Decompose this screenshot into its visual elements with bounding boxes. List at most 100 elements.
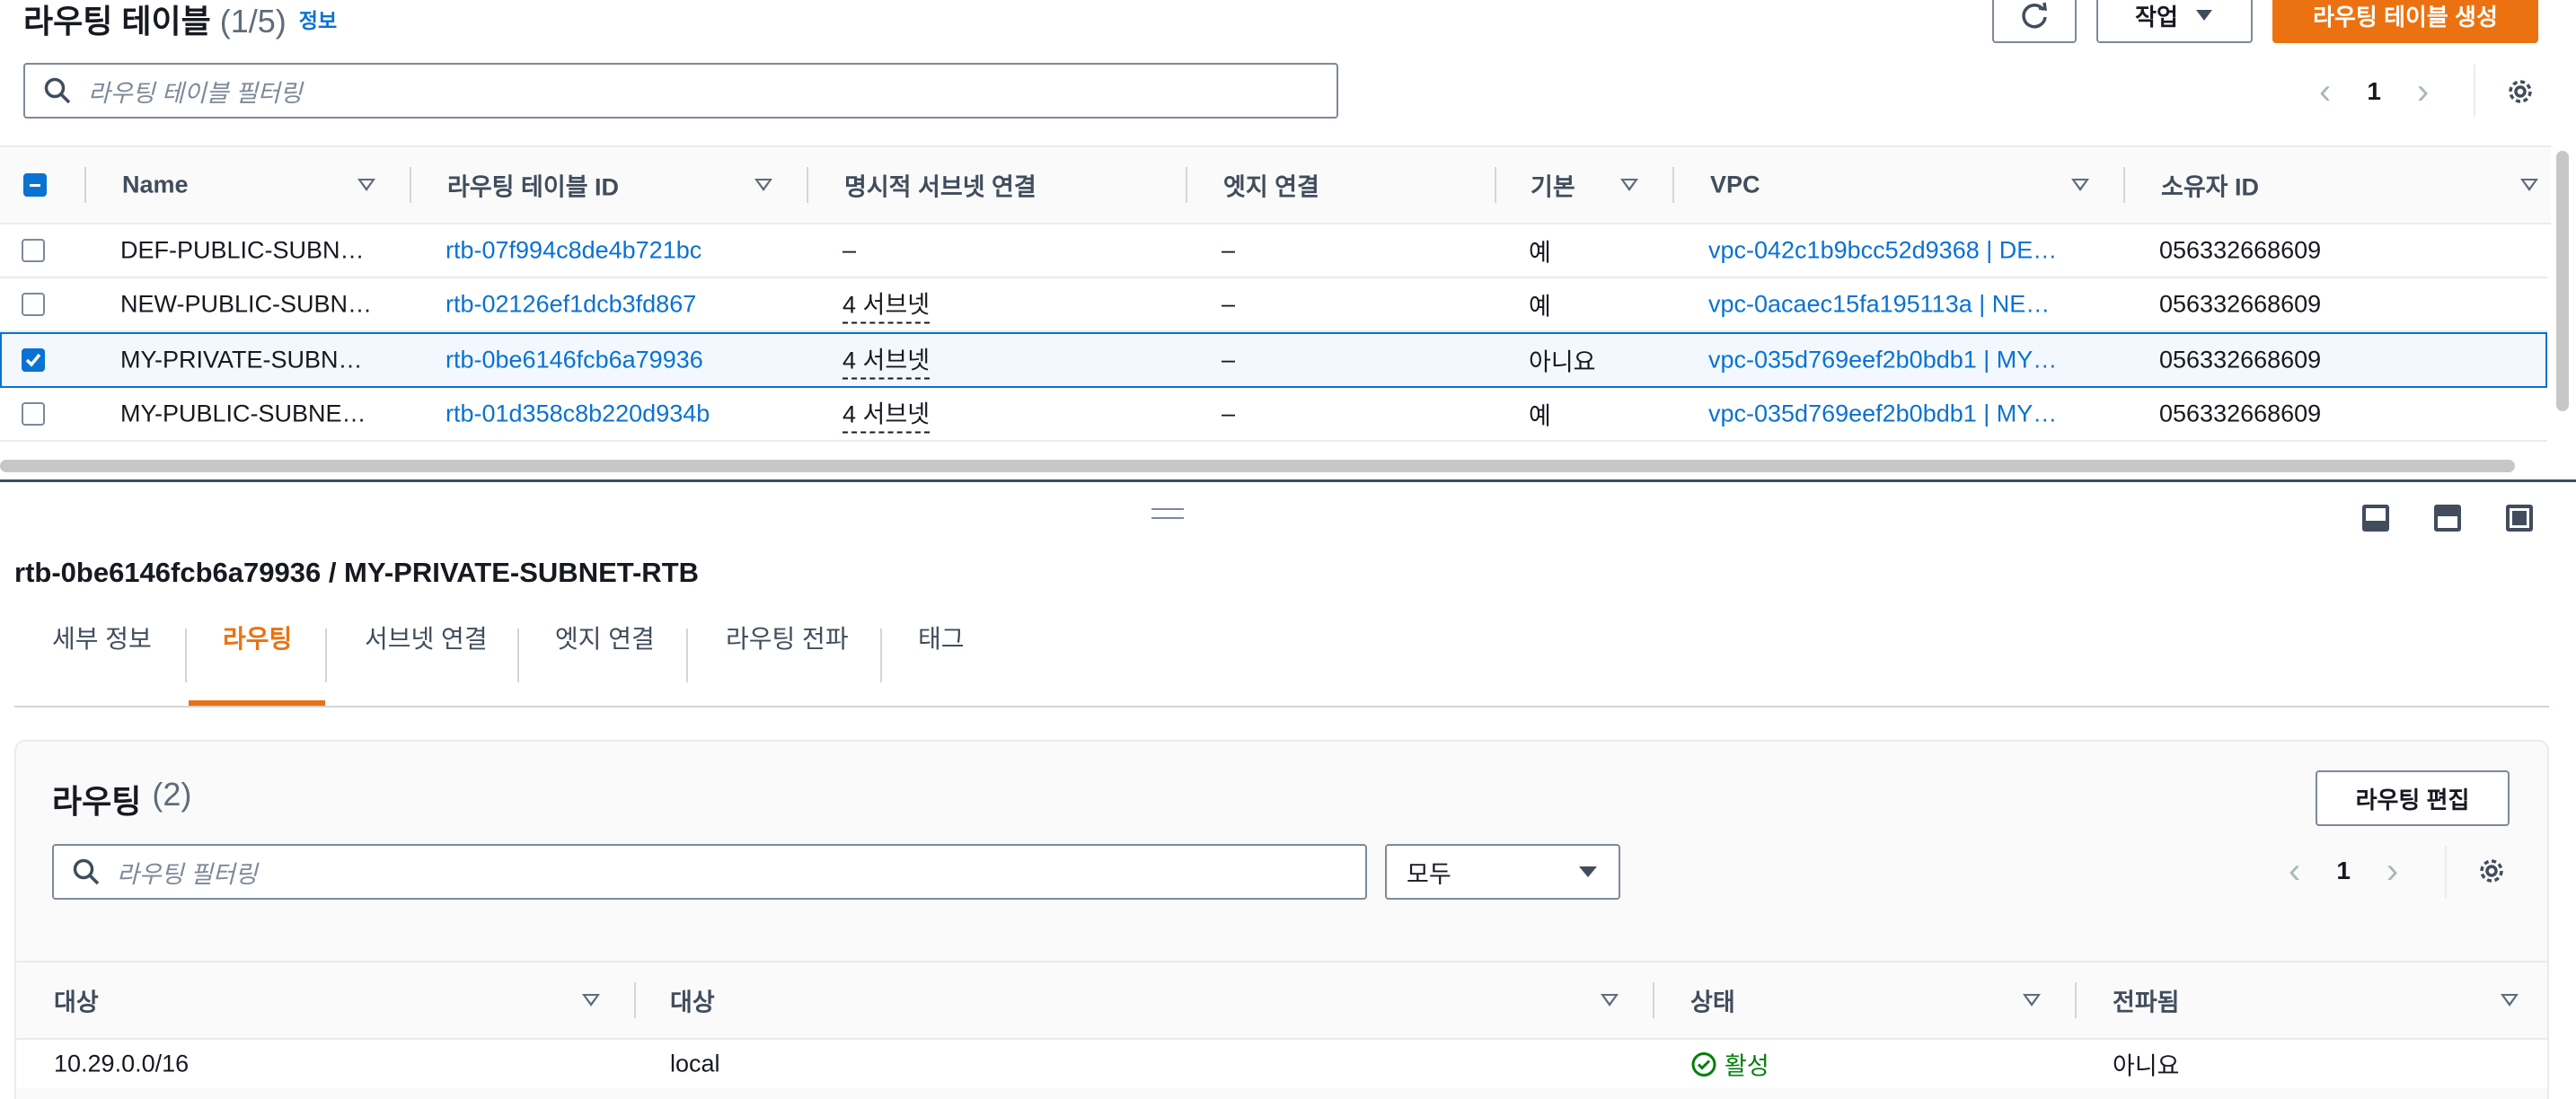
row-name: NEW-PUBLIC-SUBN… xyxy=(120,290,373,318)
column-header-propagated[interactable]: 전파됨 xyxy=(2113,983,2180,1018)
table-row[interactable]: MY-PUBLIC-SUBNE… rtb-01d358c8b220d934b 4… xyxy=(0,388,2547,442)
table-row[interactable]: DEF-PUBLIC-SUBN… rtb-07f994c8de4b721bc –… xyxy=(0,224,2547,278)
chevron-left-icon[interactable]: ‹ xyxy=(2289,851,2300,892)
column-header-target[interactable]: 대상 xyxy=(670,983,715,1018)
tab-divider xyxy=(185,629,187,682)
column-header-id[interactable]: 라우팅 테이블 ID xyxy=(447,168,619,203)
column-divider xyxy=(84,167,86,203)
column-header-edge[interactable]: 엣지 연결 xyxy=(1223,168,1319,203)
panel-full-icon[interactable] xyxy=(2506,505,2533,532)
row-subnets-popover[interactable]: 4 서브넷 xyxy=(842,395,931,434)
tab-routes[interactable]: 라우팅 xyxy=(223,620,292,655)
row-main: 예 xyxy=(1529,293,1551,321)
routes-current-page[interactable]: 1 xyxy=(2336,857,2351,885)
pagination-divider xyxy=(2474,65,2475,117)
column-header-name[interactable]: Name xyxy=(122,171,189,199)
column-header-status[interactable]: 상태 xyxy=(1690,983,1735,1018)
gear-icon[interactable] xyxy=(2504,75,2536,108)
sort-icon[interactable] xyxy=(2520,179,2538,191)
row-route-table-id-link[interactable]: rtb-07f994c8de4b721bc xyxy=(446,237,701,265)
actions-button[interactable]: 작업 xyxy=(2096,0,2253,43)
tab-edge-associations[interactable]: 엣지 연결 xyxy=(555,620,655,655)
row-checkbox[interactable] xyxy=(22,402,45,426)
pagination-divider xyxy=(2445,846,2447,898)
column-header-vpc[interactable]: VPC xyxy=(1710,171,1760,199)
route-target: local xyxy=(670,1050,720,1077)
current-page[interactable]: 1 xyxy=(2367,77,2381,106)
column-header-subnets[interactable]: 명시적 서브넷 연결 xyxy=(844,168,1037,203)
column-header-main[interactable]: 기본 xyxy=(1531,168,1575,203)
row-route-table-id-link[interactable]: rtb-02126ef1dcb3fd867 xyxy=(446,291,696,319)
sort-icon[interactable] xyxy=(1601,994,1619,1007)
row-vpc-link[interactable]: vpc-042c1b9bcc52d9368 | DE… xyxy=(1708,237,2057,265)
routes-count: (2) xyxy=(152,776,192,813)
refresh-button[interactable] xyxy=(1992,0,2077,43)
row-vpc-link[interactable]: vpc-035d769eef2b0bdb1 | MY… xyxy=(1708,400,2057,428)
drag-handle-icon[interactable] xyxy=(1151,508,1184,519)
row-subnets: – xyxy=(842,236,857,264)
row-subnets-popover[interactable]: 4 서브넷 xyxy=(842,341,931,380)
sort-icon[interactable] xyxy=(2071,179,2089,191)
chevron-right-icon[interactable]: › xyxy=(2386,851,2398,892)
route-table-filter-input[interactable]: 라우팅 테이블 필터링 xyxy=(23,63,1338,119)
tab-tags[interactable]: 태그 xyxy=(918,620,965,655)
select-all-checkbox[interactable] xyxy=(23,173,47,197)
chevron-right-icon[interactable]: › xyxy=(2417,72,2429,112)
tab-divider xyxy=(325,629,327,682)
column-divider xyxy=(1495,167,1496,203)
row-route-table-id-link[interactable]: rtb-01d358c8b220d934b xyxy=(446,400,710,428)
page-title-text: 라우팅 테이블 xyxy=(23,3,211,40)
sort-icon[interactable] xyxy=(1620,179,1638,191)
row-route-table-id-link[interactable]: rtb-0be6146fcb6a79936 xyxy=(446,347,703,374)
selection-count: (1/5) xyxy=(219,3,287,40)
routes-header: 라우팅 (2) xyxy=(52,776,191,822)
row-checkbox[interactable] xyxy=(22,239,45,262)
horizontal-scrollbar[interactable] xyxy=(0,460,2515,472)
routes-table-header-row: 대상 대상 상태 전파됨 xyxy=(16,961,2547,1040)
sort-icon[interactable] xyxy=(357,179,375,191)
route-destination: 10.29.0.0/16 xyxy=(54,1050,190,1077)
table-row-selected[interactable]: MY-PRIVATE-SUBN… rtb-0be6146fcb6a79936 4… xyxy=(0,332,2547,388)
row-edge: – xyxy=(1222,290,1236,318)
edit-routes-button[interactable]: 라우팅 편집 xyxy=(2316,770,2510,826)
row-subnets-popover[interactable]: 4 서브넷 xyxy=(842,286,931,324)
chevron-left-icon[interactable]: ‹ xyxy=(2319,72,2331,112)
column-divider xyxy=(1186,167,1187,203)
routes-filter-placeholder: 라우팅 필터링 xyxy=(117,860,258,888)
row-owner: 056332668609 xyxy=(2159,290,2322,318)
row-vpc-link[interactable]: vpc-035d769eef2b0bdb1 | MY… xyxy=(1708,347,2057,374)
column-header-destination[interactable]: 대상 xyxy=(54,983,99,1018)
panel-side-icon[interactable] xyxy=(2434,505,2461,532)
column-divider xyxy=(2075,982,2077,1018)
routes-status-select[interactable]: 모두 xyxy=(1385,844,1620,900)
tab-subnet-associations[interactable]: 서브넷 연결 xyxy=(365,620,488,655)
tab-route-propagation[interactable]: 라우팅 전파 xyxy=(726,620,849,655)
route-row[interactable]: 10.29.0.0/16 local 활성 아니요 xyxy=(16,1040,2547,1088)
column-header-owner[interactable]: 소유자 ID xyxy=(2161,168,2259,203)
routes-filter-input[interactable]: 라우팅 필터링 xyxy=(52,844,1367,900)
vertical-scrollbar[interactable] xyxy=(2556,151,2569,411)
create-route-table-button[interactable]: 라우팅 테이블 생성 xyxy=(2272,0,2538,43)
row-vpc-link[interactable]: vpc-0acaec15fa195113a | NE… xyxy=(1708,291,2050,319)
tab-details[interactable]: 세부 정보 xyxy=(52,620,152,655)
row-owner: 056332668609 xyxy=(2159,236,2322,264)
row-checkbox-checked[interactable] xyxy=(22,348,45,372)
sort-icon[interactable] xyxy=(2023,994,2041,1007)
panel-bottom-icon[interactable] xyxy=(2362,505,2389,532)
gear-icon[interactable] xyxy=(2475,855,2508,887)
info-link[interactable]: 정보 xyxy=(299,4,337,34)
row-main: 예 xyxy=(1529,239,1551,267)
search-icon xyxy=(73,858,100,885)
status-success-icon xyxy=(1691,1051,1716,1077)
sort-icon[interactable] xyxy=(582,994,600,1007)
table-row[interactable]: NEW-PUBLIC-SUBN… rtb-02126ef1dcb3fd867 4… xyxy=(0,278,2547,332)
sort-icon[interactable] xyxy=(2501,994,2519,1007)
column-divider xyxy=(410,167,411,203)
row-checkbox[interactable] xyxy=(22,293,45,316)
actions-label: 작업 xyxy=(2135,3,2178,31)
routes-pagination: ‹ 1 › xyxy=(2289,849,2398,892)
sort-icon[interactable] xyxy=(754,179,772,191)
tab-divider xyxy=(686,629,688,682)
row-owner: 056332668609 xyxy=(2159,346,2322,374)
row-edge: – xyxy=(1222,346,1236,374)
